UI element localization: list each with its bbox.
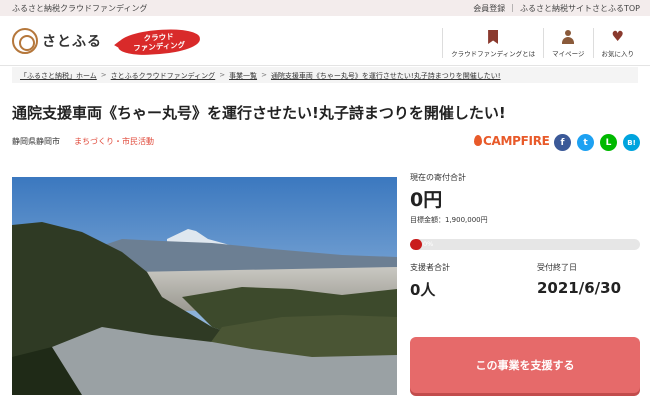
progress-bar: 0% — [410, 239, 640, 250]
project-location: 静岡県静岡市 — [12, 137, 60, 146]
project-category[interactable]: まちづくり・市民活動 — [74, 136, 154, 147]
progress-fill — [410, 239, 422, 250]
breadcrumb-projects[interactable]: 事業一覧 — [229, 71, 257, 80]
breadcrumb-current[interactable]: 通院支援車両《ちゃー丸号》を運行させたい!丸子詩まつりを開催したい! — [271, 71, 501, 80]
facebook-icon[interactable]: f — [554, 134, 571, 151]
site-tagline: ふるさと納税クラウドファンディング — [12, 4, 148, 13]
site-logo[interactable]: さとふる — [12, 28, 102, 54]
breadcrumb-separator: > — [261, 71, 267, 79]
satofull-top-link[interactable]: ふるさと納税サイトさとふるTOP — [520, 3, 640, 14]
end-date-stat: 受付終了日 2021/6/30 — [537, 262, 621, 297]
end-date-label: 受付終了日 — [537, 263, 577, 272]
project-meta: 静岡県静岡市 まちづくり・市民活動 — [12, 136, 154, 147]
campfire-logo: CAMPFIRE — [474, 134, 550, 148]
satofull-logo-icon — [12, 28, 38, 54]
nav-label: マイページ — [552, 50, 585, 58]
link-separator: | — [511, 3, 514, 12]
breadcrumb-home[interactable]: 「ふるさと納税」ホーム — [20, 71, 97, 80]
progress-percent: 0% — [423, 240, 434, 248]
user-icon — [561, 30, 575, 44]
breadcrumb-separator: > — [219, 71, 226, 79]
breadcrumb: 「ふるさと納税」ホーム > さとふるクラウドファンディング > 事業一覧 > 通… — [12, 67, 638, 83]
current-total-label: 現在の寄付合計 — [410, 173, 466, 182]
end-date-value: 2021/6/30 — [537, 279, 622, 297]
hatena-bookmark-icon[interactable]: B! — [623, 134, 640, 151]
nav-label: お気に入り — [601, 50, 635, 58]
support-project-button[interactable]: この事業を支援する — [410, 337, 640, 393]
top-bar: ふるさと納税クラウドファンディング 会員登録 | ふるさと納税サイトさとふるTO… — [0, 0, 650, 16]
header-nav: クラウドファンディングとは マイページ ♥ お気に入り — [442, 28, 642, 58]
logo-text: さとふる — [42, 34, 102, 50]
breadcrumb-separator: > — [100, 71, 107, 79]
nav-favorites[interactable]: ♥ お気に入り — [592, 28, 643, 58]
heart-icon: ♥ — [611, 29, 625, 45]
funding-summary: 現在の寄付合計 0円 目標金額：1,900,000円 — [410, 172, 642, 225]
nav-label: クラウドファンディングとは — [451, 50, 536, 58]
breadcrumb-crowdfunding[interactable]: さとふるクラウドファンディング — [111, 71, 216, 80]
crowdfunding-badge: クラウド ファンディング — [117, 27, 201, 57]
nav-mypage[interactable]: マイページ — [543, 28, 592, 58]
top-links: 会員登録 | ふるさと納税サイトさとふるTOP — [473, 3, 640, 14]
campfire-text: CAMPFIRE — [483, 134, 550, 148]
flame-icon — [474, 135, 482, 146]
goal-amount: 目標金額：1,900,000円 — [410, 216, 488, 224]
site-header: さとふる クラウド ファンディング クラウドファンディングとは マイページ ♥ … — [0, 16, 650, 66]
nav-about-crowdfunding[interactable]: クラウドファンディングとは — [442, 28, 543, 58]
supporters-stat: 支援者合計 0人 — [410, 262, 450, 300]
line-icon[interactable]: L — [600, 134, 617, 151]
current-total-amount: 0円 — [410, 189, 443, 211]
supporters-label: 支援者合計 — [410, 263, 450, 272]
supporters-value: 0人 — [410, 281, 436, 299]
project-hero-image — [12, 177, 397, 395]
page-title: 通院支援車両《ちゃー丸号》を運行させたい!丸子詩まつりを開催したい! — [12, 104, 506, 122]
bookmark-icon — [488, 30, 499, 44]
share-buttons: f t L B! — [554, 134, 640, 151]
twitter-icon[interactable]: t — [577, 134, 594, 151]
register-link[interactable]: 会員登録 — [473, 3, 505, 14]
